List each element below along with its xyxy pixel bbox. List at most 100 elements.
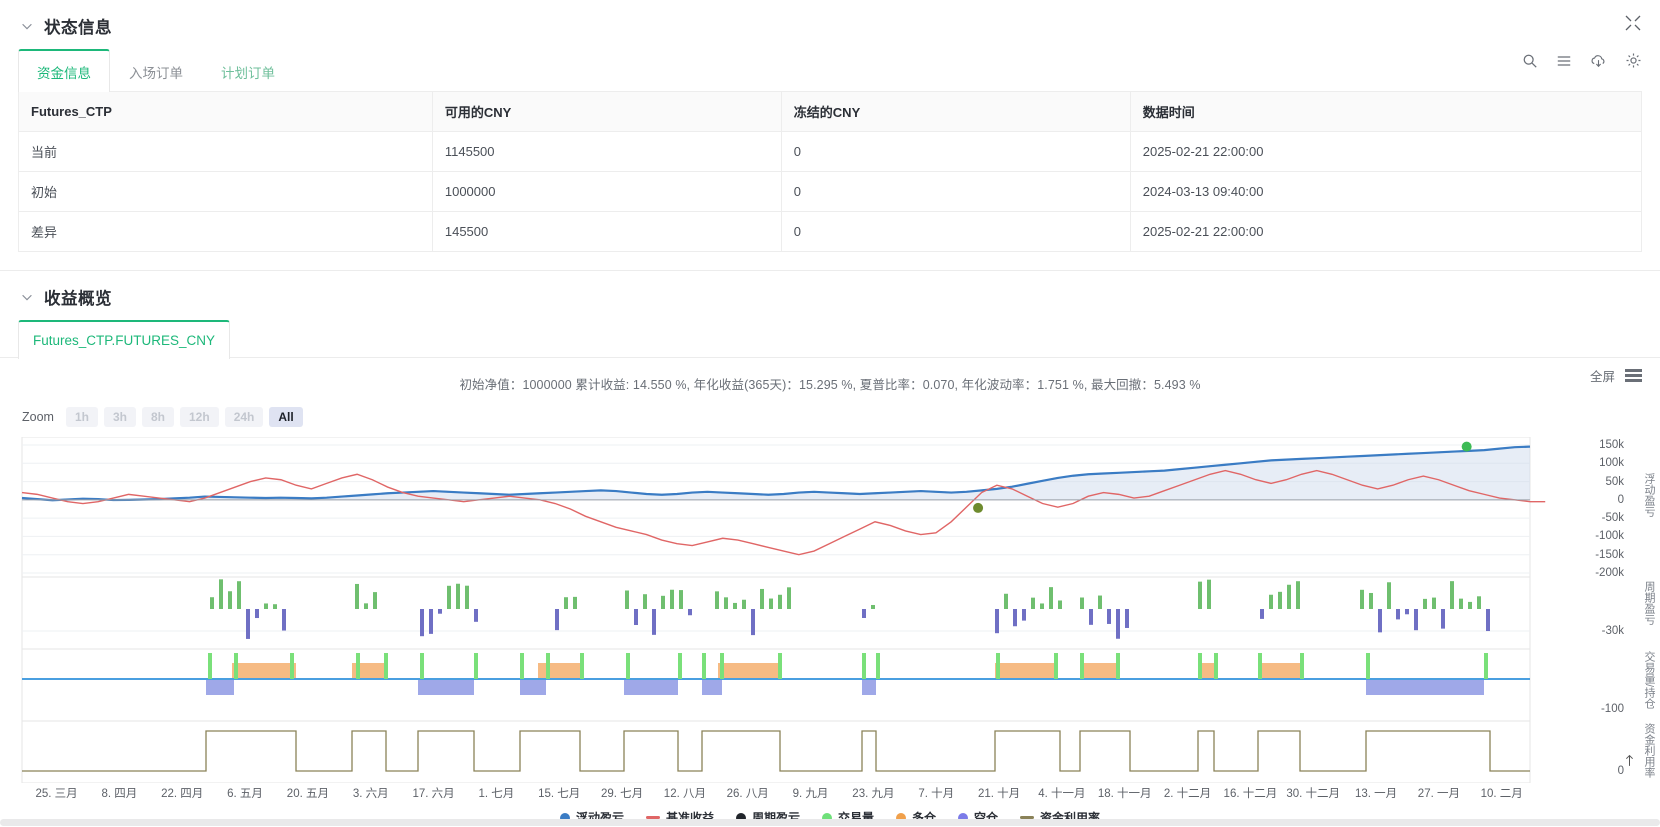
period-pnl-bar [670,589,674,609]
x-tick-label: 25. 三月 [35,788,78,800]
short-position-block [520,680,546,695]
period-pnl-bar [652,609,656,635]
x-tick-label: 23. 九月 [852,788,895,800]
row-label-current[interactable]: 当前 [18,131,433,172]
x-tick-label: 12. 八月 [663,788,706,800]
chart-stats-line: 初始净值：1000000 累计收益: 14.550 %, 年化收益(365天)：… [459,378,1201,392]
period-pnl-bar [246,609,250,639]
period-pnl-bar [1432,597,1436,609]
pane-fund-utilization-svg[interactable] [0,721,1660,783]
chevron-down-icon[interactable] [20,19,34,33]
period-pnl-bar [1080,597,1084,609]
volume-bar [1366,653,1370,679]
period-pnl-bar [1013,609,1017,627]
period-pnl-bar [1423,598,1427,609]
period-pnl-bar [1360,589,1364,609]
pane-volume-position-svg[interactable] [0,649,1660,721]
period-pnl-bar [724,597,728,609]
volume-bar [702,653,706,679]
tab-futures-ctp-cny[interactable]: Futures_CTP.FUTURES_CNY [18,320,231,359]
chevron-down-icon[interactable] [20,290,34,304]
period-pnl-bar [1414,609,1418,631]
tab-funds-info[interactable]: 资金信息 [18,49,110,92]
pane-floating-pnl-svg[interactable] [0,437,1660,577]
period-pnl-bar [679,590,683,609]
period-pnl-bar [1278,591,1282,609]
y-tick-label: -30k [1601,625,1624,637]
period-pnl-bar [264,603,268,609]
period-pnl-bar [715,591,719,609]
long-position-block [718,663,780,678]
page-title: 状态信息 [44,19,112,37]
x-tick-label: 16. 十二月 [1223,788,1278,800]
zoom-12h[interactable]: 12h [180,407,219,427]
col-account: Futures_CTP [18,91,433,132]
hamburger-menu-icon[interactable] [1625,369,1642,382]
short-position-block [206,680,234,695]
mid-point-dot [973,502,984,513]
horizontal-scrollbar[interactable] [0,819,1660,826]
volume-bar [778,653,782,679]
period-pnl-bar [1004,593,1008,609]
y-tick-label: -150k [1595,548,1624,561]
x-tick-label: 30. 十二月 [1286,788,1341,800]
pane-period-pnl-svg[interactable] [0,577,1660,649]
status-toolbar [1522,52,1642,69]
period-pnl-bar [573,596,577,609]
zoom-all[interactable]: All [269,407,303,427]
y-tick-label: -100k [1595,530,1624,543]
zoom-bar: Zoom 1h 3h 8h 12h 24h All [0,393,1660,431]
volume-bar [520,653,524,679]
scroll-up-caret[interactable] [1625,754,1634,770]
period-pnl-bar [429,609,433,634]
period-pnl-bar [228,591,232,609]
gear-icon[interactable] [1625,52,1642,69]
cell-available: 145500 [431,211,782,252]
tab-entry-orders[interactable]: 入场订单 [110,50,202,92]
overview-tabs: Futures_CTP.FUTURES_CNY [0,319,1660,359]
zoom-24h[interactable]: 24h [224,407,264,427]
period-pnl-bar [1486,609,1490,632]
volume-bar [1054,653,1058,679]
period-pnl-bar [1450,581,1454,609]
expand-icon[interactable] [1624,14,1642,32]
fullscreen-button[interactable]: 全屏 [1590,366,1615,385]
period-pnl-bar [1378,609,1382,633]
y-tick-label: -100 [1600,703,1624,715]
volume-bar [876,653,880,679]
zoom-3h[interactable]: 3h [103,407,136,427]
search-icon[interactable] [1522,53,1538,69]
long-position-block [232,663,296,678]
status-tabs: 资金信息 入场订单 计划订单 [0,48,1660,92]
volume-bar [384,653,388,679]
download-cloud-icon[interactable] [1590,53,1607,69]
x-tick-label: 8. 四月 [101,788,138,800]
period-pnl-bar [355,583,359,609]
zoom-1h[interactable]: 1h [65,407,98,427]
period-pnl-bar [1058,600,1062,609]
volume-bar [1080,653,1084,679]
cell-time: 2025-02-21 22:00:00 [1129,131,1643,172]
period-pnl-bar [625,590,629,609]
period-pnl-bar [210,597,214,609]
period-pnl-bar [1459,598,1463,609]
volume-bar [208,653,212,679]
tab-planned-orders[interactable]: 计划订单 [202,50,294,92]
period-pnl-bar [456,583,460,609]
x-axis-tick-labels: 25. 三月 8. 四月 22. 四月 6. 五月 20. 五月 3. 六月 17. 六月 1… [0,783,1660,805]
x-tick-label: 1. 七月 [478,788,515,800]
plot-stack: 150k 100k 50k 0 -50k -100k -150k -200k 浮动盈亏 -30… [0,437,1660,826]
zoom-8h[interactable]: 8h [141,407,174,427]
volume-bar [678,653,682,679]
period-pnl-bar [1116,609,1120,639]
period-pnl-bar [474,609,478,622]
list-icon[interactable] [1556,53,1572,69]
period-pnl-bar [661,595,665,609]
col-datatime: 数据时间 [1129,91,1643,132]
period-pnl-bar [995,609,999,634]
period-pnl-bar [1477,596,1481,609]
period-pnl-bar [688,609,692,616]
row-label-diff: 差异 [18,211,433,252]
chart-controls: 全屏 [1590,366,1642,385]
cell-available: 1000000 [431,171,782,212]
